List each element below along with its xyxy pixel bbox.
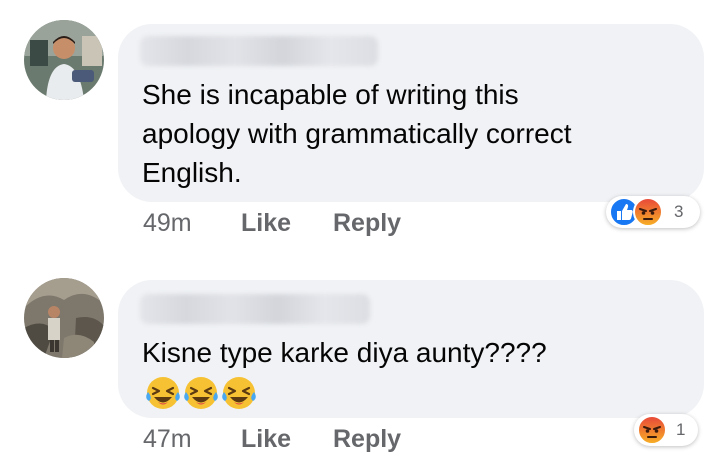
comment-2-bubble: Kisne type karke diya aunty???? xyxy=(118,280,704,418)
comment-1-like-button[interactable]: Like xyxy=(241,209,291,238)
comment-2-text-line: Kisne type karke diya aunty???? xyxy=(142,337,547,368)
comment-2-reactions[interactable]: 1 xyxy=(634,414,698,446)
laughing-crying-icon xyxy=(146,377,180,409)
comment-1-text-line: She is incapable of writing this xyxy=(142,79,519,110)
comment-1-reply-button[interactable]: Reply xyxy=(333,209,401,238)
comment-1-text-line: apology with grammatically correct xyxy=(142,118,572,149)
comment-1-avatar[interactable] xyxy=(24,20,104,100)
comment-1-text-line: English. xyxy=(142,157,242,188)
comment-2-reply-button[interactable]: Reply xyxy=(333,425,401,454)
laughing-crying-icon xyxy=(184,377,218,409)
comment-1-timestamp[interactable]: 49m xyxy=(143,209,192,238)
laughing-crying-icon xyxy=(222,377,256,409)
avatar-photo xyxy=(24,278,104,358)
comment-1-reactions[interactable]: 3 xyxy=(606,196,700,228)
comment-1-author-name-redacted[interactable] xyxy=(140,36,378,66)
comment-2-author-name-redacted[interactable] xyxy=(140,294,370,324)
comment-2-like-button[interactable]: Like xyxy=(241,425,291,454)
avatar-photo xyxy=(24,20,104,100)
comment-2-timestamp[interactable]: 47m xyxy=(143,425,192,454)
comment-2-reaction-count: 1 xyxy=(676,420,686,439)
angry-icon xyxy=(633,197,663,227)
angry-icon xyxy=(637,415,667,445)
comment-1-reaction-count: 3 xyxy=(674,202,684,221)
comment-1-bubble: She is incapable of writing this apology… xyxy=(118,24,704,202)
comment-2-avatar[interactable] xyxy=(24,278,104,358)
